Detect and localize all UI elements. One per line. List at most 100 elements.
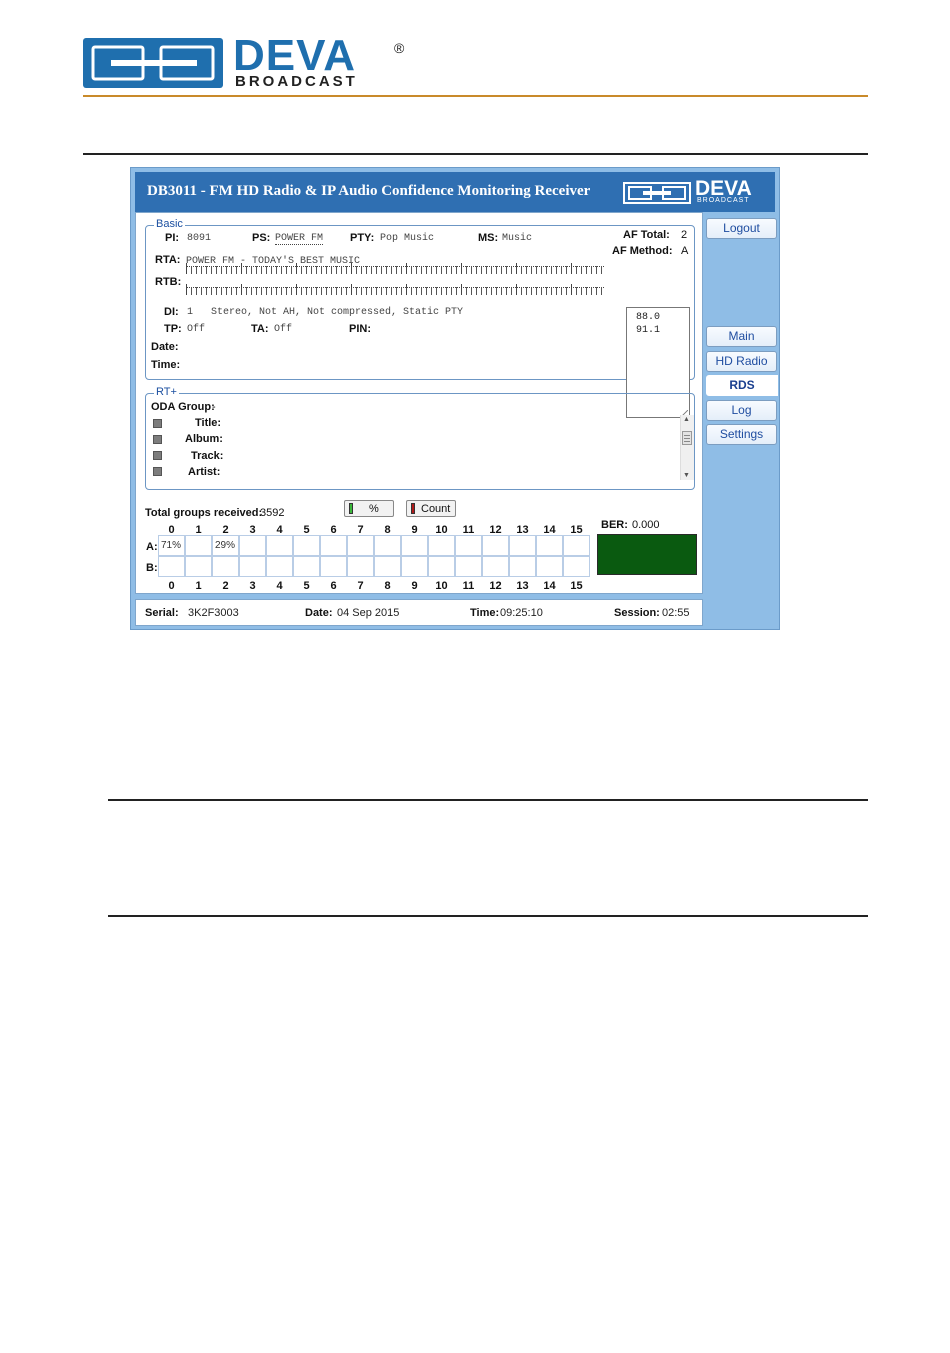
group-number-bottom: 7 — [357, 580, 364, 592]
group-b-cell — [374, 556, 401, 577]
app-title: DB3011 - FM HD Radio & IP Audio Confiden… — [147, 183, 591, 199]
status-time-label: Time: — [470, 607, 500, 619]
scroll-thumb[interactable] — [682, 431, 692, 445]
ber-label: BER: — [601, 519, 628, 531]
group-a-cell — [563, 535, 590, 556]
nav-main[interactable]: Main — [706, 326, 777, 347]
group-a-cell — [374, 535, 401, 556]
section-divider — [108, 915, 868, 917]
group-number-bottom: 6 — [330, 580, 337, 592]
nav-log[interactable]: Log — [706, 400, 777, 421]
count-led-icon — [411, 503, 415, 514]
ps-value: POWER FM — [275, 233, 324, 245]
group-b-cell — [455, 556, 482, 577]
group-a-cell — [347, 535, 374, 556]
ber-value: 0.000 — [632, 519, 660, 531]
artist-indicator-led — [153, 467, 162, 476]
row-a-label: A: — [146, 541, 158, 553]
scroll-down-icon[interactable]: ▼ — [683, 472, 690, 479]
group-a-cell — [293, 535, 320, 556]
rta-ruler-major — [186, 263, 604, 274]
ta-label: TA: — [251, 323, 269, 335]
logo-subtext: BROADCAST — [235, 73, 358, 90]
group-b-cell — [239, 556, 266, 577]
title-indicator-led — [153, 419, 162, 428]
group-number-bottom: 14 — [543, 580, 556, 592]
group-a-cell — [509, 535, 536, 556]
nav-settings[interactable]: Settings — [706, 424, 777, 445]
rtplus-scrollbar[interactable]: ▲ ▼ — [680, 415, 694, 480]
group-number-bottom: 9 — [411, 580, 418, 592]
af-method-value: A — [681, 245, 689, 257]
count-button[interactable]: Count — [406, 500, 456, 517]
group-number-bottom: 11 — [462, 580, 475, 592]
pty-value: Pop Music — [380, 233, 435, 244]
group-a-cell — [428, 535, 455, 556]
group-a-cell — [455, 535, 482, 556]
ta-value: Off — [274, 324, 293, 335]
registered-mark: ® — [394, 40, 405, 56]
album-indicator-led — [153, 435, 162, 444]
group-number-bottom: 12 — [489, 580, 502, 592]
percent-led-icon — [349, 503, 353, 514]
percent-button[interactable]: % — [344, 500, 394, 517]
tp-value: Off — [187, 324, 206, 335]
group-a-cell — [185, 535, 212, 556]
group-number-bottom: 15 — [570, 580, 583, 592]
track-label: Track: — [191, 450, 224, 462]
group-number-bottom: 1 — [195, 580, 202, 592]
group-b-cell — [563, 556, 590, 577]
af-total-value: 2 — [681, 229, 688, 241]
group-number-bottom: 2 — [222, 580, 229, 592]
date-label: Date: — [151, 341, 179, 353]
ps-label: PS: — [252, 232, 271, 244]
group-b-cell — [347, 556, 374, 577]
di-value: 1 Stereo, Not AH, Not compressed, Static… — [187, 307, 464, 318]
status-bar: Serial: 3K2F3003 Date: 04 Sep 2015 Time:… — [135, 599, 703, 626]
group-a-cell: 71% — [158, 535, 185, 556]
group-number-bottom: 4 — [276, 580, 283, 592]
ber-indicator — [597, 534, 697, 575]
app-header: DB3011 - FM HD Radio & IP Audio Confiden… — [135, 172, 775, 212]
row-b-label: B: — [146, 562, 158, 574]
group-a-cell — [482, 535, 509, 556]
group-number-bottom: 5 — [303, 580, 310, 592]
group-b-cell — [293, 556, 320, 577]
group-a-cell — [401, 535, 428, 556]
session-value: 02:55 — [662, 607, 690, 619]
tp-label: TP: — [164, 323, 182, 335]
group-number-bottom: 13 — [516, 580, 529, 592]
af-method-label: AF Method: — [612, 245, 673, 257]
header-divider — [83, 95, 868, 97]
session-label: Session: — [614, 607, 660, 619]
track-indicator-led — [153, 451, 162, 460]
artist-label: Artist: — [188, 466, 221, 478]
app-logo-subtext: BROADCAST — [697, 197, 750, 204]
section-divider — [108, 799, 868, 801]
group-b-cell — [212, 556, 239, 577]
group-number-bottom: 8 — [384, 580, 391, 592]
total-groups-label: Total groups received: — [145, 507, 263, 519]
group-b-cell — [482, 556, 509, 577]
rtplus-group: RT+ ODA Group: - Title: Album: Track: Ar… — [145, 386, 695, 490]
group-number-bottom: 3 — [249, 580, 256, 592]
ms-label: MS: — [478, 232, 499, 244]
nav-rds[interactable]: RDS — [706, 375, 778, 396]
logout-button[interactable]: Logout — [706, 218, 777, 239]
status-date-value: 04 Sep 2015 — [337, 607, 400, 619]
oda-group-value: - — [212, 401, 216, 413]
rta-label: RTA: — [155, 254, 181, 266]
group-b-cell — [158, 556, 185, 577]
basic-group: Basic PI: 8091 PS: POWER FM PTY: Pop Mus… — [145, 218, 695, 380]
scroll-up-icon[interactable]: ▲ — [683, 416, 690, 423]
rtb-ruler-major — [186, 284, 604, 295]
deva-broadcast-logo: DEVA ® BROADCAST — [83, 32, 413, 90]
title-label: Title: — [195, 417, 222, 429]
serial-value: 3K2F3003 — [188, 607, 239, 619]
di-label: DI: — [164, 306, 179, 318]
af-total-label: AF Total: — [623, 229, 670, 241]
status-date-label: Date: — [305, 607, 333, 619]
nav-hd-radio[interactable]: HD Radio — [706, 351, 777, 372]
group-b-cell — [320, 556, 347, 577]
group-a-cell — [239, 535, 266, 556]
